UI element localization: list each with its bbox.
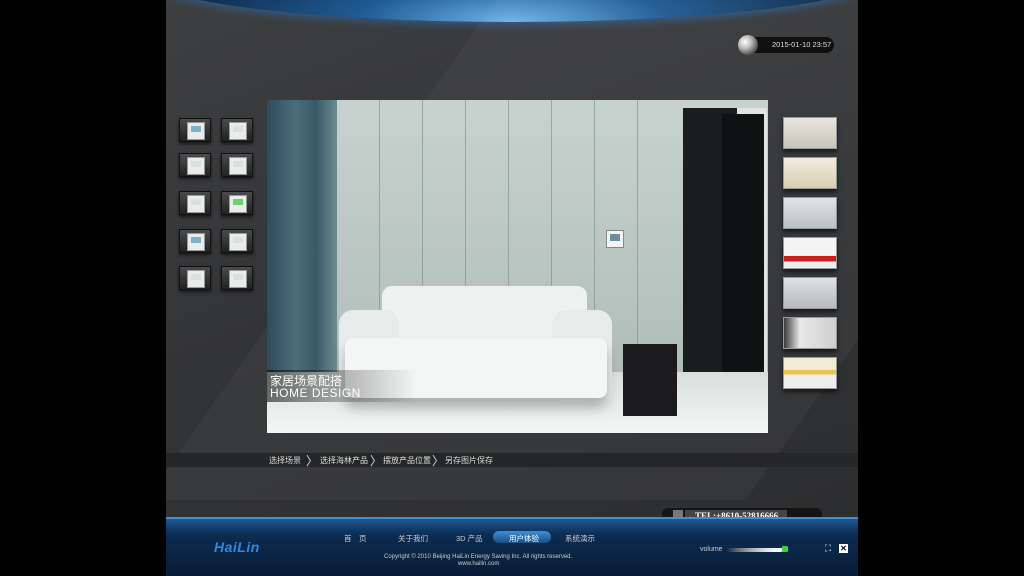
- step-select-scene[interactable]: 选择场景: [269, 455, 301, 466]
- scene-thumb-2[interactable]: [783, 157, 837, 189]
- product-thumb-1[interactable]: [179, 118, 211, 142]
- moon-icon: [738, 35, 758, 55]
- scene-thumb-3[interactable]: [783, 197, 837, 229]
- datetime-display: 2015-01-10 23:57: [738, 35, 834, 55]
- product-thumb-5[interactable]: [179, 191, 211, 215]
- side-table: [623, 344, 677, 416]
- product-thumb-9[interactable]: [179, 266, 211, 290]
- product-thumb-4[interactable]: [221, 153, 253, 177]
- footer-glow: [166, 517, 858, 519]
- volume-handle[interactable]: [782, 546, 788, 552]
- nav-home[interactable]: 首 页: [344, 533, 367, 544]
- nav-3d-products[interactable]: 3D 产品: [456, 533, 483, 544]
- product-thumb-2[interactable]: [221, 118, 253, 142]
- volume-label: volume: [700, 546, 723, 553]
- scene-thumb-6[interactable]: [783, 317, 837, 349]
- product-thumb-8[interactable]: [221, 229, 253, 253]
- scene-thumb-1[interactable]: [783, 117, 837, 149]
- scene-viewport[interactable]: 家居场景配搭 HOME DESIGN: [267, 100, 768, 433]
- product-thumb-6[interactable]: [221, 191, 253, 215]
- scene-thumb-7[interactable]: [783, 357, 837, 389]
- chevron-right-icon: 〉: [432, 454, 445, 468]
- placed-thermostat[interactable]: [606, 230, 624, 248]
- door: [722, 114, 764, 386]
- product-thumb-10[interactable]: [221, 266, 253, 290]
- nav-about[interactable]: 关于我们: [398, 533, 428, 544]
- scene-thumb-5[interactable]: [783, 277, 837, 309]
- nav-system-demo[interactable]: 系统演示: [565, 533, 595, 544]
- product-thumb-7[interactable]: [179, 229, 211, 253]
- nav-user-experience[interactable]: 用户体验: [509, 533, 539, 544]
- chevron-right-icon: 〉: [370, 454, 383, 468]
- step-place-product[interactable]: 摆放产品位置: [383, 455, 431, 466]
- copyright-text: Copyright © 2010 Beijing HaiLin Energy S…: [384, 554, 573, 560]
- site-url[interactable]: www.hailin.com: [458, 561, 499, 567]
- datetime-text: 2015-01-10 23:57: [772, 40, 832, 49]
- step-select-product[interactable]: 选择海林产品: [320, 455, 368, 466]
- footer: [166, 517, 858, 576]
- app-window: 2015-01-10 23:57 家居场景配搭 HOME DESIGN 选择场景…: [166, 0, 858, 576]
- scene-thumb-4[interactable]: [783, 237, 837, 269]
- chevron-right-icon: 〉: [306, 454, 319, 468]
- fullscreen-icon[interactable]: ⛶: [822, 543, 834, 553]
- close-icon[interactable]: ✕: [839, 544, 848, 553]
- product-thumb-3[interactable]: [179, 153, 211, 177]
- scene-title-en: HOME DESIGN: [270, 386, 361, 400]
- hailin-logo[interactable]: HaiLin: [214, 539, 260, 555]
- volume-fill: [726, 548, 782, 552]
- step-save-image[interactable]: 另存图片保存: [445, 455, 493, 466]
